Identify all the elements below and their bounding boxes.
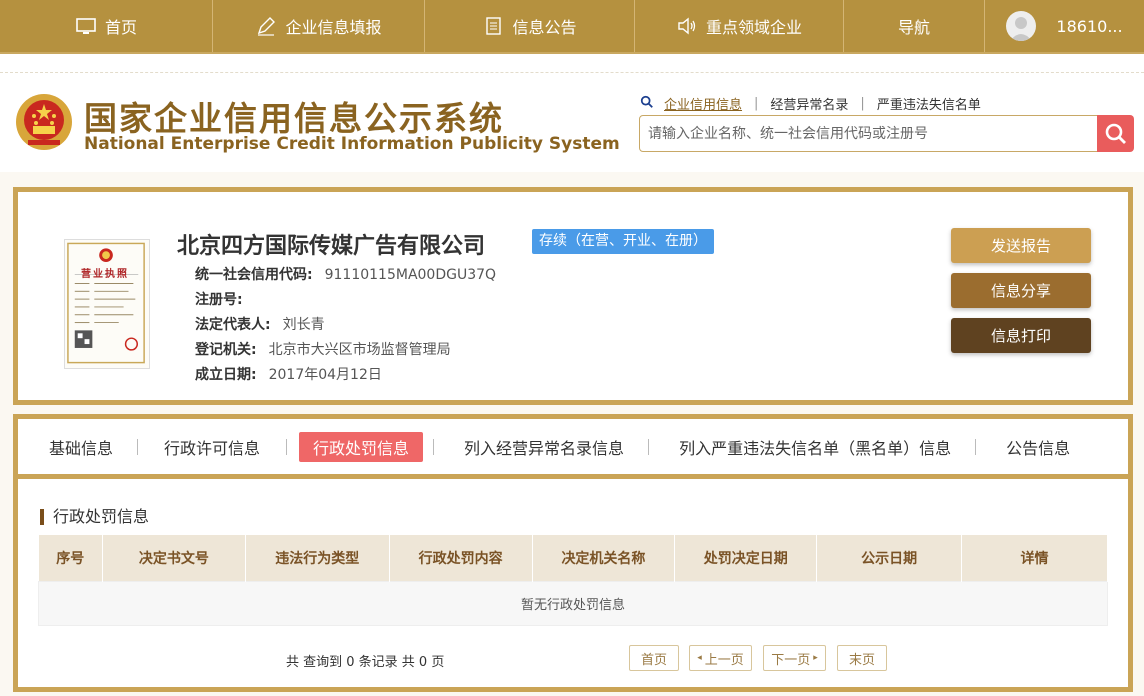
document-icon — [482, 15, 504, 37]
nav-navigation-label: 导航 — [897, 18, 930, 37]
col-authority: 决定机关名称 — [532, 535, 676, 581]
edit-icon — [255, 15, 277, 37]
tab-blacklist[interactable]: 列入严重违法失信名单（黑名单）信息 — [665, 432, 965, 462]
link-enterprise-credit[interactable]: 企业信用信息 — [664, 94, 742, 113]
tab-admin-license[interactable]: 行政许可信息 — [150, 432, 274, 462]
info-value: 刘长青 — [282, 317, 325, 333]
tab-announcements[interactable]: 公告信息 — [992, 432, 1084, 462]
pager-next[interactable]: 下一页 ▸ — [763, 645, 826, 671]
send-report-button[interactable]: 发送报告 — [951, 228, 1091, 263]
info-label: 登记机关: — [195, 342, 257, 358]
pager-next-label: 下一页 — [771, 652, 811, 668]
search-input[interactable] — [640, 116, 1098, 151]
print-info-button[interactable]: 信息打印 — [951, 318, 1091, 353]
business-license-image[interactable] — [64, 239, 150, 369]
chevron-right-icon: ▸ — [813, 653, 818, 663]
nav-enterprise-report-label: 企业信息填报 — [285, 18, 382, 37]
col-index: 序号 — [38, 535, 103, 581]
info-founded: 成立日期: 2017年04月12日 — [195, 364, 382, 384]
site-title: 国家企业信用信息公示系统 — [84, 99, 504, 138]
col-penalty-content: 行政处罚内容 — [389, 535, 533, 581]
info-value: 北京市大兴区市场监督管理局 — [268, 342, 451, 358]
info-label: 法定代表人: — [195, 317, 271, 333]
status-badge: 存续（在营、开业、在册） — [532, 229, 714, 254]
tab-abnormal-list[interactable]: 列入经营异常名录信息 — [450, 432, 638, 462]
header-divider — [0, 72, 1144, 73]
info-panel: 基础信息 行政许可信息 行政处罚信息 列入经营异常名录信息 列入严重违法失信名单… — [13, 414, 1133, 692]
info-value: 2017年04月12日 — [268, 367, 382, 383]
nav-announcement-label: 信息公告 — [512, 18, 577, 37]
link-blacklist[interactable]: 严重违法失信名单 — [877, 94, 981, 113]
info-label: 注册号: — [195, 292, 243, 308]
quick-links: 企业信用信息 | 经营异常名录 | 严重违法失信名单 — [640, 94, 981, 113]
search-icon — [1105, 123, 1126, 144]
col-decision-date: 处罚决定日期 — [674, 535, 818, 581]
license-caption: 营业执照 — [81, 269, 129, 280]
monitor-icon — [75, 15, 97, 37]
nav-enterprise-report[interactable]: 企业信息填报 — [213, 0, 425, 52]
section-title: 行政处罚信息 — [40, 509, 149, 525]
tab-separator — [286, 438, 288, 455]
col-details: 详情 — [961, 535, 1108, 581]
nav-home[interactable]: 首页 — [0, 0, 213, 52]
table-header-row: 序号 决定书文号 违法行为类型 行政处罚内容 决定机关名称 处罚决定日期 公示日… — [38, 535, 1108, 581]
col-violation-type: 违法行为类型 — [245, 535, 390, 581]
info-tabs: 基础信息 行政许可信息 行政处罚信息 列入经营异常名录信息 列入严重违法失信名单… — [18, 419, 1128, 479]
pager-prev-label: 上一页 — [704, 652, 744, 668]
info-label: 统一社会信用代码: — [195, 267, 313, 283]
tab-separator — [975, 438, 977, 455]
empty-message: 暂无行政处罚信息 — [38, 580, 1108, 626]
info-reg-number: 注册号: — [195, 289, 255, 309]
penalty-table: 序号 决定书文号 违法行为类型 行政处罚内容 决定机关名称 处罚决定日期 公示日… — [38, 535, 1108, 626]
share-info-button[interactable]: 信息分享 — [951, 273, 1091, 308]
tab-separator — [648, 438, 650, 455]
site-header: 国家企业信用信息公示系统 National Enterprise Credit … — [0, 54, 1144, 172]
tab-admin-penalty[interactable]: 行政处罚信息 — [299, 431, 424, 462]
nav-key-industries[interactable]: 重点领域企业 — [635, 0, 844, 52]
col-publish-date: 公示日期 — [816, 535, 963, 581]
nav-key-industries-label: 重点领域企业 — [705, 18, 802, 37]
pager-last[interactable]: 末页 — [837, 645, 887, 671]
link-separator: | — [860, 96, 865, 111]
search-icon — [640, 95, 654, 113]
info-label: 成立日期: — [195, 367, 257, 383]
site-subtitle: National Enterprise Credit Information P… — [84, 134, 620, 154]
nav-announcement[interactable]: 信息公告 — [425, 0, 635, 52]
info-credit-code: 统一社会信用代码: 91110115MA00DGU37Q — [195, 264, 496, 284]
company-card: 营业执照 北京四方国际传媒广告有限公司 存续（在营、开业、在册） 统一社会信用代… — [13, 187, 1133, 405]
tab-separator — [137, 438, 139, 455]
pager-prev[interactable]: ◂ 上一页 — [689, 645, 752, 671]
nav-user[interactable]: 18610... — [985, 0, 1144, 52]
tab-basic-info[interactable]: 基础信息 — [35, 432, 127, 462]
nav-navigation[interactable]: 导航 — [844, 0, 985, 52]
tab-separator — [433, 438, 435, 455]
nav-home-label: 首页 — [104, 18, 137, 37]
table-row: 暂无行政处罚信息 — [38, 580, 1108, 626]
record-count: 共 查询到 0 条记录 共 0 页 — [286, 655, 445, 670]
pager-first[interactable]: 首页 — [629, 645, 679, 671]
info-authority: 登记机关: 北京市大兴区市场监督管理局 — [195, 339, 451, 359]
search-field[interactable] — [639, 115, 1099, 152]
search-button[interactable] — [1097, 115, 1134, 152]
link-abnormal-list[interactable]: 经营异常名录 — [770, 94, 848, 113]
chevron-left-icon: ◂ — [697, 653, 702, 663]
avatar — [1006, 11, 1037, 41]
col-decision-no: 决定书文号 — [102, 535, 246, 581]
national-emblem-icon — [14, 92, 74, 152]
company-name: 北京四方国际传媒广告有限公司 — [177, 234, 486, 259]
info-legal-rep: 法定代表人: 刘长青 — [195, 314, 325, 334]
link-separator: | — [754, 96, 759, 111]
speaker-icon — [676, 15, 698, 37]
info-value: 91110115MA00DGU37Q — [324, 267, 497, 283]
top-nav: 首页 企业信息填报 信息公告 重点领域企业 导航 18610... — [0, 0, 1144, 54]
user-name: 18610... — [1056, 16, 1123, 36]
